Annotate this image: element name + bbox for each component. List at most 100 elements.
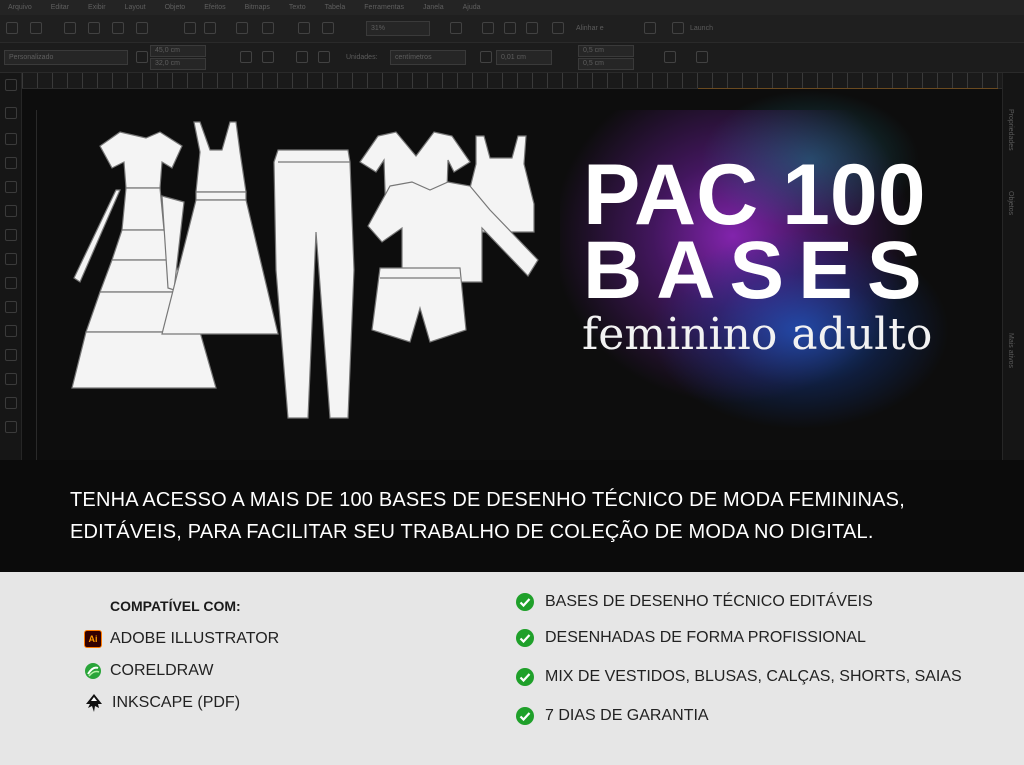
check-circle-icon [516, 593, 534, 611]
feature-label: DESENHADAS DE FORMA PROFISSIONAL [545, 629, 866, 646]
property-bar: Personalizado 45,0 cm 32,0 cm Unidades: … [0, 43, 1024, 73]
new-document-icon[interactable] [6, 22, 18, 34]
current-page-icon[interactable] [318, 51, 330, 63]
standard-toolbar: 31% Alinhar e Launch [0, 15, 1024, 43]
horizontal-ruler[interactable] [22, 73, 1002, 89]
home-icon[interactable] [5, 79, 17, 91]
menu-bar: Arquivo Editar Exibir Layout Objeto Efei… [0, 0, 1024, 15]
menu-objeto[interactable]: Objeto [165, 4, 186, 11]
compat-item-coreldraw: CORELDRAW [84, 662, 213, 680]
compat-label: CORELDRAW [110, 662, 214, 679]
width-icon [136, 51, 148, 63]
check-circle-icon [516, 629, 534, 647]
menu-bitmaps[interactable]: Bitmaps [245, 4, 270, 11]
copy-icon[interactable] [204, 22, 216, 34]
freehand-tool-icon[interactable] [5, 181, 17, 193]
artistic-media-icon[interactable] [5, 205, 17, 217]
check-circle-icon [516, 707, 534, 725]
gear-icon[interactable] [644, 22, 656, 34]
align-button[interactable]: Alinhar e [576, 25, 604, 32]
menu-arquivo[interactable]: Arquivo [8, 4, 32, 11]
cut-icon[interactable] [184, 22, 196, 34]
add-icon[interactable] [696, 51, 708, 63]
units-label: Unidades: [346, 54, 378, 61]
all-pages-icon[interactable] [296, 51, 308, 63]
feature-item: DESENHADAS DE FORMA PROFISSIONAL [515, 628, 866, 648]
menu-editar[interactable]: Editar [51, 4, 69, 11]
feature-label: BASES DE DESENHO TÉCNICO EDITÁVEIS [545, 593, 873, 610]
menu-efeitos[interactable]: Efeitos [204, 4, 225, 11]
page-size-select[interactable]: Personalizado [4, 50, 128, 65]
duplicate-y-field[interactable]: 0,5 cm [578, 58, 634, 70]
zoom-tool-icon[interactable] [5, 157, 17, 169]
menu-ajuda[interactable]: Ajuda [463, 4, 481, 11]
transparency-tool-icon[interactable] [5, 397, 17, 409]
landscape-icon[interactable] [262, 51, 274, 63]
open-folder-icon[interactable] [30, 22, 42, 34]
cloud-icon[interactable] [88, 22, 100, 34]
portrait-icon[interactable] [240, 51, 252, 63]
snap-icon[interactable] [552, 22, 564, 34]
eyedropper-icon[interactable] [5, 421, 17, 433]
compat-label: INKSCAPE (PDF) [112, 694, 241, 711]
launch-icon [672, 22, 684, 34]
page-title-line2: BASES [583, 225, 936, 316]
menu-ferramentas[interactable]: Ferramentas [364, 4, 404, 11]
upload-icon[interactable] [112, 22, 124, 34]
save-icon[interactable] [64, 22, 76, 34]
export-icon[interactable] [322, 22, 334, 34]
menu-tabela[interactable]: Tabela [325, 4, 346, 11]
toolbox [0, 73, 22, 460]
feature-item: MIX DE VESTIDOS, BLUSAS, CALÇAS, SHORTS,… [515, 667, 962, 687]
menu-exibir[interactable]: Exibir [88, 4, 106, 11]
menu-layout[interactable]: Layout [125, 4, 146, 11]
compatibility-title: COMPATÍVEL COM: [110, 598, 241, 614]
nudge-icon [480, 51, 492, 63]
undo-icon[interactable] [236, 22, 248, 34]
parallel-dimension-icon[interactable] [5, 325, 17, 337]
guidelines-icon[interactable] [526, 22, 538, 34]
compat-item-inkscape: INKSCAPE (PDF) [84, 693, 240, 713]
launch-button[interactable]: Launch [690, 25, 713, 32]
feature-label: 7 DIAS DE GARANTIA [545, 707, 709, 724]
feature-item: BASES DE DESENHO TÉCNICO EDITÁVEIS [515, 592, 873, 612]
rectangle-tool-icon[interactable] [5, 229, 17, 241]
docker-tab-more-assets[interactable]: Mais ativos [1007, 333, 1014, 368]
check-circle-icon [516, 668, 534, 686]
print-icon[interactable] [136, 22, 148, 34]
redo-icon[interactable] [262, 22, 274, 34]
grid-icon[interactable] [504, 22, 516, 34]
page-width-field[interactable]: 45,0 cm [150, 45, 206, 57]
docker-tabs: Propriedades Objetos Mais ativos [1002, 73, 1024, 460]
polygon-tool-icon[interactable] [5, 277, 17, 289]
shorts-drawing [371, 267, 467, 343]
description-line-2: EDITÁVEIS, PARA FACILITAR SEU TRABALHO D… [70, 521, 874, 543]
full-screen-icon[interactable] [450, 22, 462, 34]
coreldraw-icon [85, 663, 101, 679]
nudge-field[interactable]: 0,01 cm [496, 50, 552, 65]
units-select[interactable]: centímetros [390, 50, 466, 65]
menu-janela[interactable]: Janela [423, 4, 444, 11]
duplicate-x-field[interactable]: 0,5 cm [578, 45, 634, 57]
frame-icon[interactable] [664, 51, 676, 63]
inkscape-icon [86, 694, 102, 712]
page-height-field[interactable]: 32,0 cm [150, 58, 206, 70]
import-icon[interactable] [298, 22, 310, 34]
description-text: TENHA ACESSO A MAIS DE 100 BASES DE DESE… [70, 484, 990, 548]
drop-shadow-icon[interactable] [5, 373, 17, 385]
connector-tool-icon[interactable] [5, 349, 17, 361]
page-subtitle: feminino adulto [582, 309, 933, 360]
pick-tool-icon[interactable] [5, 107, 17, 119]
docker-tab-objects[interactable]: Objetos [1007, 191, 1014, 215]
menu-texto[interactable]: Texto [289, 4, 306, 11]
jeans-drawing [273, 149, 355, 419]
docker-tab-properties[interactable]: Propriedades [1007, 109, 1014, 151]
description-line-1: TENHA ACESSO A MAIS DE 100 BASES DE DESE… [70, 489, 905, 511]
text-tool-icon[interactable] [5, 301, 17, 313]
zoom-select[interactable]: 31% [366, 21, 430, 36]
page-border [36, 110, 37, 460]
rulers-icon[interactable] [482, 22, 494, 34]
compat-label: ADOBE ILLUSTRATOR [110, 630, 280, 647]
shape-tool-icon[interactable] [5, 133, 17, 145]
ellipse-tool-icon[interactable] [5, 253, 17, 265]
